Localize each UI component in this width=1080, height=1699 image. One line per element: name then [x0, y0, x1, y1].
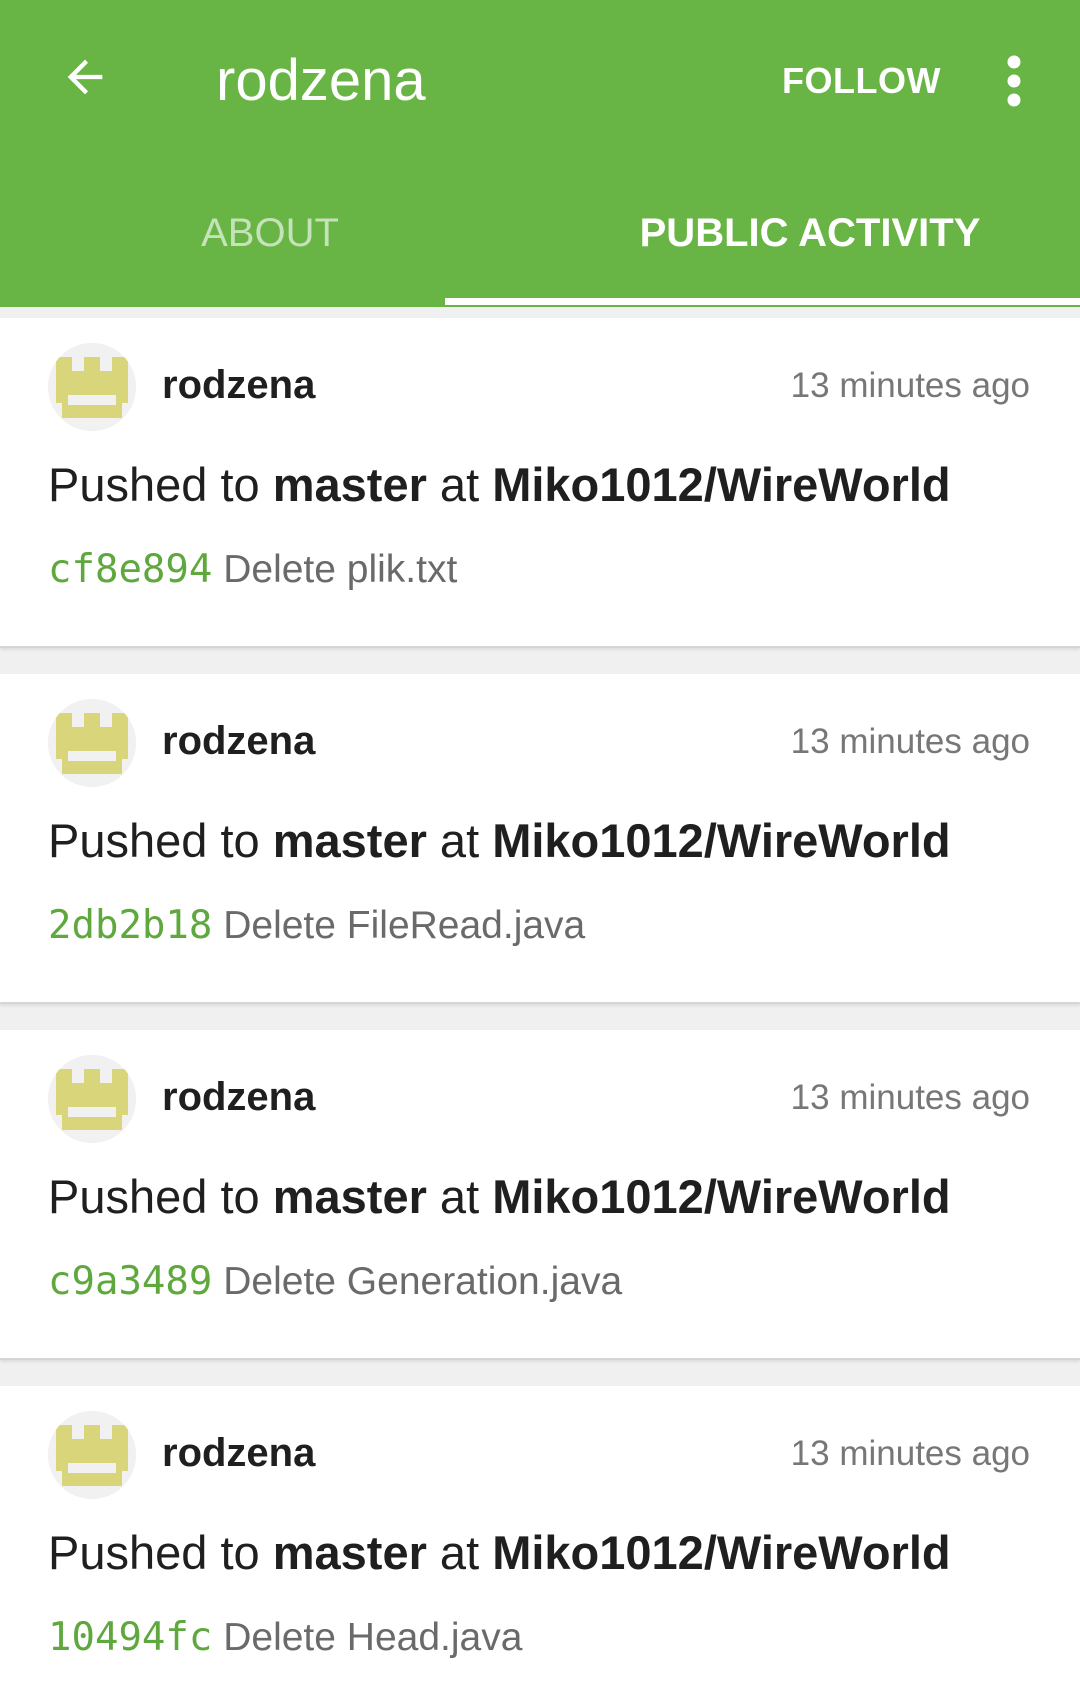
- avatar[interactable]: [48, 1055, 136, 1143]
- activity-card[interactable]: rodzena 13 minutes ago Pushed to master …: [0, 318, 1080, 648]
- action-prefix: Pushed to: [48, 1170, 273, 1223]
- page-title: rodzena: [216, 48, 426, 113]
- action-prefix: Pushed to: [48, 814, 273, 867]
- commit-message: Delete Generation.java: [223, 1260, 623, 1303]
- action-prefix: Pushed to: [48, 1526, 273, 1579]
- toolbar: rodzena FOLLOW: [0, 0, 1080, 165]
- app-bar: rodzena FOLLOW ABOUT PUBLIC ACTIVITY: [0, 0, 1080, 307]
- commit-line: cf8e894 Delete plik.txt: [48, 546, 457, 594]
- branch-link[interactable]: master: [273, 814, 427, 867]
- arrow-back-icon: [67, 59, 103, 95]
- identicon-avatar-icon: [48, 1055, 136, 1143]
- event-description: Pushed to master at Miko1012/WireWorld: [48, 812, 951, 870]
- commit-sha[interactable]: c9a3489: [48, 1259, 212, 1304]
- repo-link[interactable]: Miko1012/WireWorld: [492, 1170, 950, 1223]
- username[interactable]: rodzena: [162, 716, 315, 766]
- timestamp: 13 minutes ago: [790, 1078, 1030, 1117]
- activity-card[interactable]: rodzena 13 minutes ago Pushed to master …: [0, 1386, 1080, 1699]
- timestamp: 13 minutes ago: [790, 722, 1030, 761]
- branch-link[interactable]: master: [273, 458, 427, 511]
- activity-card[interactable]: rodzena 13 minutes ago Pushed to master …: [0, 674, 1080, 1004]
- repo-link[interactable]: Miko1012/WireWorld: [492, 814, 950, 867]
- commit-line: c9a3489 Delete Generation.java: [48, 1258, 622, 1306]
- username[interactable]: rodzena: [162, 360, 315, 410]
- repo-link[interactable]: Miko1012/WireWorld: [492, 458, 950, 511]
- commit-sha[interactable]: cf8e894: [48, 547, 212, 592]
- identicon-avatar-icon: [48, 343, 136, 431]
- commit-message: Delete plik.txt: [223, 548, 458, 591]
- identicon-avatar-icon: [48, 699, 136, 787]
- tab-public-activity[interactable]: PUBLIC ACTIVITY: [540, 195, 1080, 307]
- follow-button[interactable]: FOLLOW: [782, 56, 941, 106]
- commit-message: Delete FileRead.java: [223, 904, 586, 947]
- branch-link[interactable]: master: [273, 1526, 427, 1579]
- event-description: Pushed to master at Miko1012/WireWorld: [48, 1168, 951, 1226]
- commit-line: 2db2b18 Delete FileRead.java: [48, 902, 585, 950]
- commit-message: Delete Head.java: [223, 1616, 523, 1659]
- commit-line: 10494fc Delete Head.java: [48, 1614, 522, 1662]
- more-vert-icon: [1007, 55, 1021, 107]
- tab-about[interactable]: ABOUT: [0, 195, 540, 307]
- branch-link[interactable]: master: [273, 1170, 427, 1223]
- active-tab-indicator: [445, 298, 1080, 305]
- action-mid: at: [426, 1170, 493, 1223]
- commit-sha[interactable]: 2db2b18: [48, 903, 212, 948]
- action-mid: at: [426, 458, 493, 511]
- avatar[interactable]: [48, 343, 136, 431]
- identicon-avatar-icon: [48, 1411, 136, 1499]
- event-description: Pushed to master at Miko1012/WireWorld: [48, 456, 951, 514]
- avatar[interactable]: [48, 699, 136, 787]
- action-mid: at: [426, 814, 493, 867]
- timestamp: 13 minutes ago: [790, 366, 1030, 405]
- event-description: Pushed to master at Miko1012/WireWorld: [48, 1524, 951, 1582]
- action-prefix: Pushed to: [48, 458, 273, 511]
- timestamp: 13 minutes ago: [790, 1434, 1030, 1473]
- action-mid: at: [426, 1526, 493, 1579]
- activity-card[interactable]: rodzena 13 minutes ago Pushed to master …: [0, 1030, 1080, 1360]
- commit-sha[interactable]: 10494fc: [48, 1615, 212, 1660]
- tab-bar: ABOUT PUBLIC ACTIVITY: [0, 195, 1080, 307]
- avatar[interactable]: [48, 1411, 136, 1499]
- username[interactable]: rodzena: [162, 1072, 315, 1122]
- repo-link[interactable]: Miko1012/WireWorld: [492, 1526, 950, 1579]
- overflow-menu-button[interactable]: [992, 48, 1036, 114]
- username[interactable]: rodzena: [162, 1428, 315, 1478]
- back-button[interactable]: [50, 42, 120, 112]
